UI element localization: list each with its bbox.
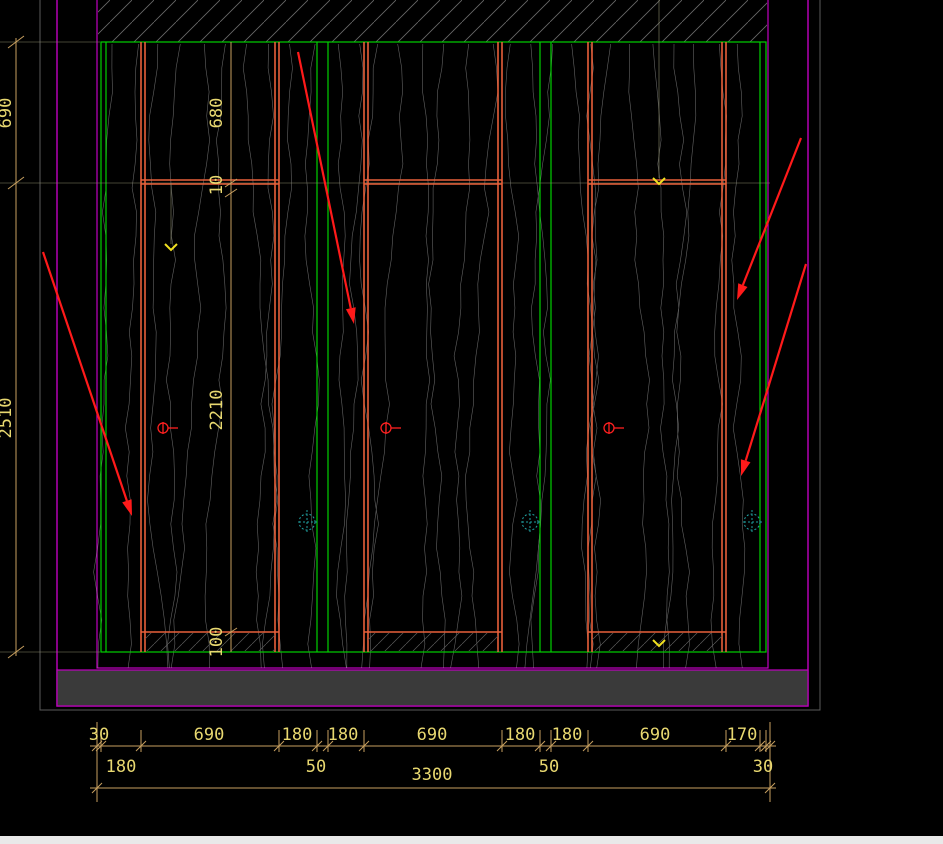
dim-h-180-4: 180: [552, 725, 583, 745]
ceiling-hatch: [98, 0, 767, 42]
dim-h-50-2: 50: [539, 757, 559, 777]
grain-line: [530, 43, 553, 669]
cad-elevation-drawing: 690 2510 680 10 2210 100 30 690 180 180 …: [0, 0, 821, 802]
grain-line: [676, 43, 697, 669]
hinge-symbol-icon: [521, 510, 541, 534]
floor-base: [56, 669, 809, 707]
grain-line: [147, 43, 169, 669]
dim-h-30-left: 30: [89, 725, 109, 745]
dim-h-180-3: 180: [505, 725, 536, 745]
dim-top: 690: [0, 98, 16, 129]
red-arrow-icon: [296, 51, 356, 324]
handle-symbol-icon: [603, 422, 624, 434]
inner-dimension-chain: [224, 42, 238, 652]
red-arrow-icon: [740, 263, 808, 476]
dim-h-total: 3300: [412, 765, 453, 785]
grain-line: [628, 43, 650, 669]
grain-line: [165, 43, 181, 669]
hinge-symbol-icon: [298, 510, 318, 534]
handle-symbol-icon: [157, 422, 178, 434]
grain-line: [652, 43, 670, 669]
grain-line: [571, 43, 601, 669]
grain-line: [666, 43, 688, 669]
annotation-arrows: [41, 51, 808, 516]
grain-line: [204, 43, 227, 669]
door-1: [140, 42, 280, 652]
red-arrow-icon: [737, 137, 803, 300]
dim-h-170: 170: [727, 725, 758, 745]
door-frames: [140, 42, 727, 652]
grain-line: [255, 43, 275, 669]
grain-line: [465, 43, 499, 669]
dim-h-30-right: 30: [753, 757, 773, 777]
grain-line: [124, 43, 139, 669]
dim-h-180-left: 180: [106, 757, 137, 777]
grain-line: [428, 43, 446, 669]
dim-h-180-1: 180: [282, 725, 313, 745]
dim-h-690-2: 690: [417, 725, 448, 745]
handle-symbol-icon: [380, 422, 401, 434]
dim-inner-main: 2210: [207, 390, 227, 431]
door-2: [363, 42, 503, 652]
plinth-2: [368, 633, 498, 651]
panel-outlines: [100, 41, 767, 653]
open-direction-chevron-icon: [164, 243, 178, 252]
dim-h-180-2: 180: [328, 725, 359, 745]
grain-line: [344, 43, 364, 669]
grain-line: [505, 43, 520, 669]
dim-main: 2510: [0, 398, 16, 439]
grain-line: [450, 43, 471, 669]
grain-line: [420, 43, 431, 669]
dim-h-690-3: 690: [640, 725, 671, 745]
dim-inner-top: 680: [207, 98, 227, 129]
wood-grain-texture: [93, 43, 746, 669]
grain-line: [336, 43, 347, 669]
window-bottom-strip: [0, 836, 943, 844]
grain-line: [731, 43, 746, 669]
outer-wall-line: [39, 0, 821, 711]
dim-h-690-1: 690: [194, 725, 225, 745]
grain-line: [710, 43, 727, 669]
dim-inner-gap: 10: [207, 175, 227, 195]
dim-h-50-1: 50: [306, 757, 326, 777]
plinth-3: [592, 633, 722, 651]
plinth-hatches: [145, 633, 722, 651]
grain-line: [242, 43, 283, 669]
door-3: [587, 42, 727, 652]
dim-inner-bottom: 100: [207, 627, 227, 658]
